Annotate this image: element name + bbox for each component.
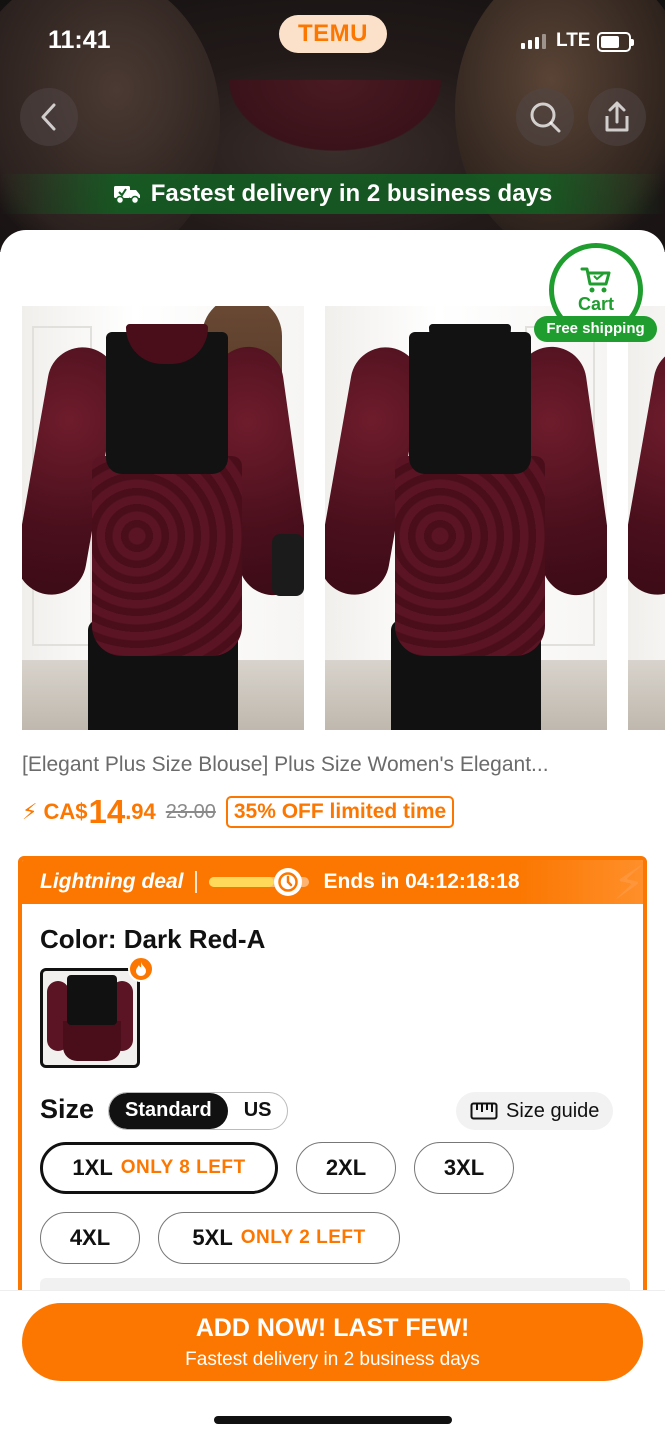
original-price: 23.00: [165, 800, 216, 823]
network-type: LTE: [556, 30, 591, 51]
delivery-banner-text: Fastest delivery in 2 business days: [150, 180, 553, 207]
status-time: 11:41: [48, 26, 111, 54]
size-name: 4XL: [69, 1225, 111, 1250]
size-guide-button[interactable]: Size guide: [456, 1092, 614, 1130]
size-name: 2XL: [325, 1155, 367, 1180]
share-icon: [605, 101, 629, 132]
cart-label: Cart: [577, 293, 614, 314]
color-swatch-dark-red-a[interactable]: [40, 968, 140, 1068]
deal-label: Lightning deal: [40, 870, 184, 893]
fire-icon: [128, 956, 154, 982]
size-name: 1XL: [72, 1155, 113, 1180]
size-system-standard[interactable]: Standard: [109, 1093, 228, 1129]
price-row: ⚡︎ CA$ 14 .94 23.00 35% OFF limited time: [22, 792, 455, 832]
truck-icon: [113, 186, 140, 205]
size-option-2xl[interactable]: 2XL: [296, 1142, 396, 1194]
flash-decor-icon: ⚡︎: [612, 857, 645, 909]
product-photo-back[interactable]: [325, 306, 607, 730]
lightning-deal-panel: Lightning deal Ends in 04:12:18:18 ⚡︎ Co…: [18, 856, 647, 1296]
size-option-4xl[interactable]: 4XL: [40, 1212, 140, 1264]
share-button[interactable]: [588, 88, 646, 146]
price-cents: .94: [125, 799, 156, 824]
size-system-us[interactable]: US: [228, 1093, 288, 1129]
lightning-icon: ⚡︎: [22, 799, 38, 824]
hero-decor: [200, 80, 470, 170]
battery-icon: [597, 32, 634, 52]
search-icon: [530, 102, 561, 133]
size-option-3xl[interactable]: 3XL: [414, 1142, 514, 1194]
size-name: 3XL: [443, 1155, 485, 1180]
home-indicator[interactable]: [214, 1416, 452, 1424]
size-option-1xl[interactable]: 1XL ONLY 8 LEFT: [40, 1142, 278, 1194]
price-currency: CA$: [43, 799, 88, 824]
bottom-action-bar: ADD NOW! LAST FEW! Fastest delivery in 2…: [0, 1290, 665, 1440]
ruler-icon: [470, 1102, 498, 1120]
size-option-5xl[interactable]: 5XL ONLY 2 LEFT: [158, 1212, 400, 1264]
divider: [195, 871, 198, 893]
status-bar: 11:41 TEMU LTE: [0, 0, 665, 80]
add-to-cart-button[interactable]: ADD NOW! LAST FEW! Fastest delivery in 2…: [22, 1303, 643, 1381]
deal-progress-fill: [209, 877, 275, 887]
product-gallery[interactable]: [0, 306, 665, 730]
deal-progress: [209, 868, 310, 896]
clock-icon: [274, 868, 303, 896]
price-main: 14: [88, 793, 126, 830]
back-button[interactable]: [20, 88, 78, 146]
stock-note: ONLY 2 LEFT: [240, 1227, 366, 1248]
size-guide-label: Size guide: [506, 1099, 600, 1122]
product-photo-front[interactable]: [22, 306, 304, 730]
size-name: 5XL: [192, 1225, 233, 1250]
cta-title: ADD NOW! LAST FEW!: [195, 1314, 470, 1342]
product-sheet: Cart Free shipping [Elegant Plus Size Bl…: [0, 230, 665, 1440]
free-shipping-badge: Free shipping: [534, 316, 657, 342]
cta-subtitle: Fastest delivery in 2 business days: [185, 1349, 480, 1370]
color-label: Color: Dark Red-A: [40, 924, 266, 954]
product-photo-side[interactable]: [628, 306, 665, 730]
size-label: Size: [40, 1094, 95, 1124]
product-title[interactable]: [Elegant Plus Size Blouse] Plus Size Wom…: [22, 753, 647, 777]
discount-badge: 35% OFF limited time: [225, 796, 455, 828]
cart-icon: [580, 267, 611, 292]
size-system-toggle: Standard US: [108, 1092, 289, 1130]
search-button[interactable]: [516, 88, 574, 146]
signal-icon: [521, 34, 546, 49]
brand-logo[interactable]: TEMU: [279, 15, 387, 53]
stock-note: ONLY 8 LEFT: [120, 1157, 246, 1178]
deal-header: Lightning deal Ends in 04:12:18:18 ⚡︎: [22, 860, 643, 909]
deal-countdown: Ends in 04:12:18:18: [323, 870, 520, 893]
chevron-left-icon: [41, 103, 56, 131]
delivery-banner: Fastest delivery in 2 business days: [0, 174, 665, 214]
